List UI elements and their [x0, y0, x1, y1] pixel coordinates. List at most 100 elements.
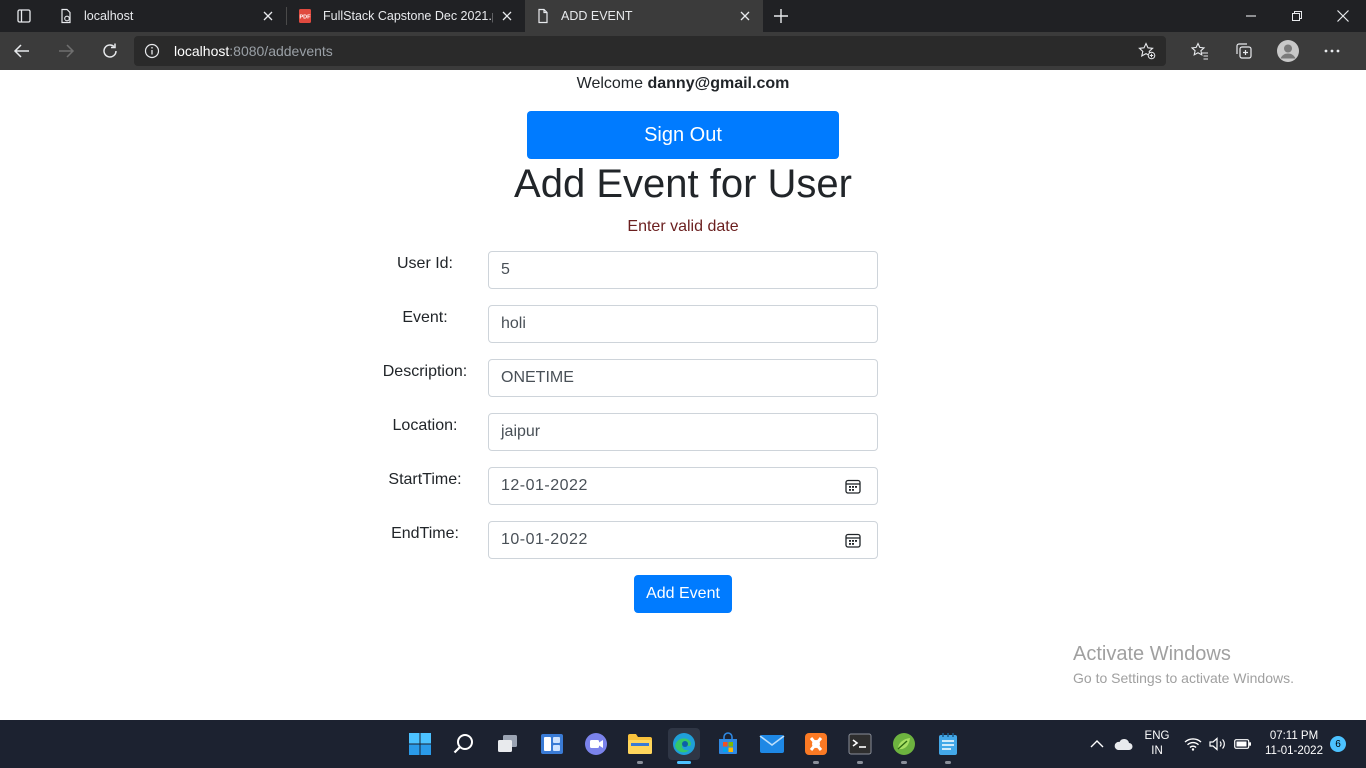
xampp-icon — [805, 733, 827, 755]
mail-button[interactable] — [756, 728, 788, 760]
pdf-icon: PDF — [297, 8, 313, 24]
terminal-icon — [848, 733, 872, 755]
edge-icon — [673, 733, 695, 755]
wifi-button[interactable] — [1184, 720, 1202, 768]
activation-watermark: Activate Windows Go to Settings to activ… — [1073, 643, 1294, 686]
refresh-button[interactable] — [88, 32, 132, 70]
store-icon — [719, 732, 737, 754]
running-indicator — [945, 761, 951, 764]
battery-button[interactable] — [1234, 720, 1252, 768]
taskbar: ENG IN 07:11 PM 11-01-2022 6 — [0, 720, 1366, 768]
add-event-button[interactable]: Add Event — [634, 575, 732, 613]
page-icon — [535, 8, 551, 24]
store-button[interactable] — [712, 728, 744, 760]
close-tab-icon[interactable] — [260, 8, 276, 24]
tab-localhost[interactable]: localhost — [48, 0, 286, 32]
widgets-button[interactable] — [536, 728, 568, 760]
chat-button[interactable] — [580, 728, 612, 760]
task-view-icon — [498, 735, 517, 752]
xampp-button[interactable] — [800, 728, 832, 764]
mail-icon — [759, 735, 785, 753]
calendar-icon[interactable] — [845, 478, 861, 494]
collections-button[interactable] — [1222, 32, 1266, 70]
battery-icon — [1234, 739, 1251, 749]
wifi-icon — [1184, 738, 1202, 751]
user-id-input[interactable]: 5 — [488, 251, 878, 289]
description-input[interactable]: ONETIME — [488, 359, 878, 397]
minimize-button[interactable] — [1228, 0, 1274, 32]
sign-out-button[interactable]: Sign Out — [527, 111, 839, 159]
chat-icon — [585, 733, 607, 755]
edge-button[interactable] — [668, 728, 700, 764]
clock-time: 07:11 PM — [1269, 730, 1319, 742]
welcome-prefix: Welcome — [576, 75, 648, 92]
volume-button[interactable] — [1209, 720, 1227, 768]
start-time-label: StartTime: — [388, 471, 462, 488]
arrow-left-icon — [13, 44, 29, 58]
task-view-button[interactable] — [492, 728, 524, 760]
region-code: IN — [1151, 745, 1163, 757]
show-hidden-icons-button[interactable] — [1090, 720, 1104, 768]
spring-tools-button[interactable] — [888, 728, 920, 764]
favorites-icon — [1191, 42, 1208, 60]
restore-button[interactable] — [1274, 0, 1320, 32]
minimize-icon — [1246, 15, 1256, 17]
search-icon — [453, 734, 473, 754]
onedrive-button[interactable] — [1113, 720, 1133, 768]
start-button[interactable] — [404, 728, 436, 760]
close-tab-icon[interactable] — [499, 8, 515, 24]
error-message: Enter valid date — [627, 218, 739, 235]
info-icon[interactable] — [144, 43, 160, 59]
close-tab-icon[interactable] — [737, 8, 753, 24]
terminal-button[interactable] — [844, 728, 876, 764]
start-time-input[interactable]: 12-01-2022 — [488, 467, 878, 505]
close-window-button[interactable] — [1320, 0, 1366, 32]
language-indicator[interactable]: ENG IN — [1140, 729, 1174, 759]
cloud-icon — [1114, 738, 1133, 750]
notepad-icon — [939, 733, 957, 755]
notification-badge[interactable]: 6 — [1330, 736, 1346, 752]
file-explorer-button[interactable] — [624, 728, 656, 764]
clock[interactable]: 07:11 PM 11-01-2022 — [1258, 729, 1330, 759]
tab-actions-button[interactable] — [0, 0, 48, 32]
tab-add-event[interactable]: ADD EVENT — [525, 0, 763, 32]
search-button[interactable] — [448, 728, 480, 760]
address-bar[interactable]: localhost:8080/addevents — [134, 36, 1166, 66]
end-time-input[interactable]: 10-01-2022 — [488, 521, 878, 559]
form-row-description: Description: ONETIME — [0, 359, 1366, 397]
form-row-end-time: EndTime: 10-01-2022 — [0, 521, 1366, 559]
favorites-button[interactable] — [1178, 32, 1222, 70]
plus-icon — [774, 9, 788, 23]
menu-button[interactable] — [1310, 32, 1354, 70]
watermark-subtitle: Go to Settings to activate Windows. — [1073, 670, 1294, 686]
page-icon — [58, 8, 74, 24]
more-icon — [1324, 49, 1340, 53]
collections-icon — [1236, 43, 1252, 59]
windows-icon — [409, 733, 431, 755]
description-label: Description: — [382, 363, 468, 380]
folder-icon — [628, 734, 652, 754]
tab-actions-icon — [17, 9, 31, 23]
welcome-message: Welcome danny@gmail.com — [0, 75, 1366, 93]
form-row-user-id: User Id: 5 — [0, 251, 1366, 289]
url-host: localhost — [174, 43, 230, 59]
calendar-icon[interactable] — [845, 532, 861, 548]
svg-text:PDF: PDF — [300, 15, 312, 21]
back-button[interactable] — [0, 32, 44, 70]
forward-button[interactable] — [44, 32, 88, 70]
add-favorite-icon[interactable] — [1138, 42, 1156, 60]
location-input[interactable]: jaipur — [488, 413, 878, 451]
browser-toolbar: localhost:8080/addevents — [0, 32, 1366, 70]
refresh-icon — [103, 43, 117, 58]
event-input[interactable]: holi — [488, 305, 878, 343]
new-tab-button[interactable] — [763, 0, 799, 32]
tab-pdf[interactable]: PDF FullStack Capstone Dec 2021.pdf — [287, 0, 525, 32]
user-id-label: User Id: — [396, 255, 453, 272]
event-label: Event: — [402, 309, 448, 326]
tab-title: localhost — [84, 9, 134, 23]
language-code: ENG — [1144, 730, 1170, 742]
speaker-icon — [1209, 737, 1225, 751]
profile-button[interactable] — [1266, 32, 1310, 70]
notepad-button[interactable] — [932, 728, 964, 764]
start-time-value: 12-01-2022 — [501, 477, 588, 494]
